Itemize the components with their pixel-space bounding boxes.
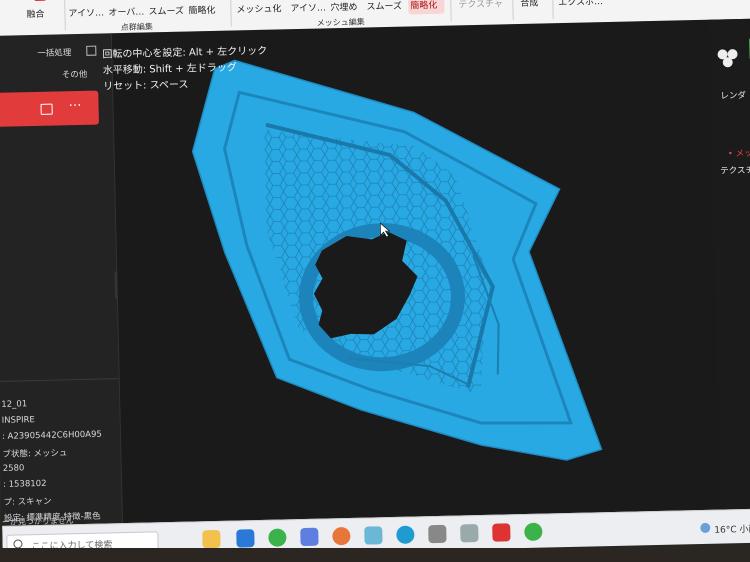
point-iso-label: アイソ…	[68, 8, 105, 20]
combine-button[interactable]: 合成	[518, 0, 549, 12]
3d-viewport[interactable]: 回転の中心を設定: Alt + 左クリック 水平移動: Shift + 左ドラッ…	[102, 18, 750, 524]
mesh-simplify-label: 簡略化	[410, 0, 438, 12]
point-outlier-label: オーバ…	[108, 7, 145, 19]
scanner-app-icon[interactable]	[492, 523, 511, 542]
fill-holes-button[interactable]: 穴埋め	[330, 0, 365, 16]
batch-process-label[interactable]: 一括処理	[37, 46, 71, 59]
point-smooth-label: スムーズ	[148, 6, 185, 18]
monitor-bezel	[0, 548, 750, 562]
reset-hint: リセット: スペース	[103, 79, 189, 93]
info-divider	[0, 378, 119, 382]
left-panel: 一括処理 その他 ⋯ 12_01 INSPIRE : A23905442C6H0…	[0, 33, 124, 526]
point-count: 2580	[2, 463, 25, 474]
monitor-screen: 融合 アイソ… オーバ… スムーズ 簡略化 点群編集 メッシュ化 アイソ… 穴埋…	[0, 0, 750, 560]
merge-label: 融合	[26, 9, 45, 21]
export-label: エクスポ…	[558, 0, 604, 9]
texture-label: テクスチャ	[458, 0, 504, 11]
weather-icon	[700, 522, 711, 534]
data-state: ブ状態: メッシュ	[2, 448, 68, 460]
edge-icon[interactable]	[396, 525, 415, 544]
mesh-iso-label: アイソ…	[290, 3, 327, 15]
point-smooth-button[interactable]: スムーズ	[148, 0, 187, 20]
film-icon[interactable]	[40, 103, 53, 115]
merge-icon	[33, 0, 47, 1]
point-cloud-group: アイソ… オーバ… スムーズ 簡略化 点群編集	[68, 0, 227, 34]
toolbar-divider	[511, 0, 514, 21]
export-button[interactable]: エクスポ…	[556, 0, 607, 11]
chrome-icon[interactable]	[268, 528, 287, 547]
app-icon[interactable]	[460, 524, 479, 543]
scan-type: プ: スキャン	[3, 496, 52, 508]
point-iso-button[interactable]: アイソ…	[68, 0, 107, 22]
project-name: 12_01	[1, 399, 28, 410]
selected-project-row[interactable]: ⋯	[0, 90, 99, 127]
weather-status[interactable]: 16°C 小雨	[714, 522, 750, 536]
toolbar-divider	[230, 0, 232, 27]
render-icon[interactable]	[717, 49, 728, 60]
pan-hint: 水平移動: Shift + 左ドラッグ	[102, 62, 237, 77]
triangle-count: : 1538102	[3, 478, 47, 490]
point-outlier-button[interactable]: オーバ…	[108, 0, 147, 21]
mesh-smooth-button[interactable]: スムーズ	[366, 0, 407, 15]
batch-icon[interactable]	[86, 45, 97, 56]
toolbar-divider	[551, 0, 554, 20]
firefox-icon[interactable]	[332, 526, 351, 546]
mesh-smooth-label: スムーズ	[366, 1, 403, 13]
toolbar-divider	[449, 0, 452, 22]
photos-icon[interactable]	[300, 527, 319, 547]
app-icon[interactable]	[364, 526, 383, 545]
app-icon[interactable]	[428, 524, 447, 544]
mesh-create-label: メッシュ化	[236, 4, 282, 16]
point-simplify-label: 簡略化	[188, 5, 216, 17]
point-cloud-caption: 点群編集	[120, 22, 153, 33]
combine-label: 合成	[520, 0, 539, 9]
chrome-icon[interactable]	[524, 522, 543, 542]
render-label[interactable]: レンダ	[720, 89, 746, 102]
merge-button[interactable]: 融合	[24, 0, 61, 23]
point-simplify-button[interactable]: 簡略化	[188, 0, 227, 20]
toolbar-divider	[64, 0, 66, 31]
file-explorer-icon[interactable]	[202, 529, 221, 549]
mail-icon[interactable]	[236, 529, 255, 548]
texture-note: テクスチ	[720, 165, 750, 177]
mesh-iso-button[interactable]: アイソ…	[290, 0, 327, 17]
fill-holes-label: 穴埋め	[330, 2, 358, 14]
serial-number: : A23905442C6H00A95	[1, 429, 102, 442]
mesh-simplify-button[interactable]: 簡略化	[407, 0, 445, 15]
mesh-create-button[interactable]: メッシュ化	[236, 0, 287, 18]
scanned-mesh-model[interactable]	[112, 18, 750, 523]
device-name: INSPIRE	[1, 415, 35, 426]
mesh-note: • メッ	[727, 148, 750, 160]
other-label[interactable]: その他	[62, 68, 88, 81]
more-options-icon[interactable]: ⋯	[68, 98, 82, 113]
texture-button[interactable]: テクスチャ	[456, 0, 509, 13]
